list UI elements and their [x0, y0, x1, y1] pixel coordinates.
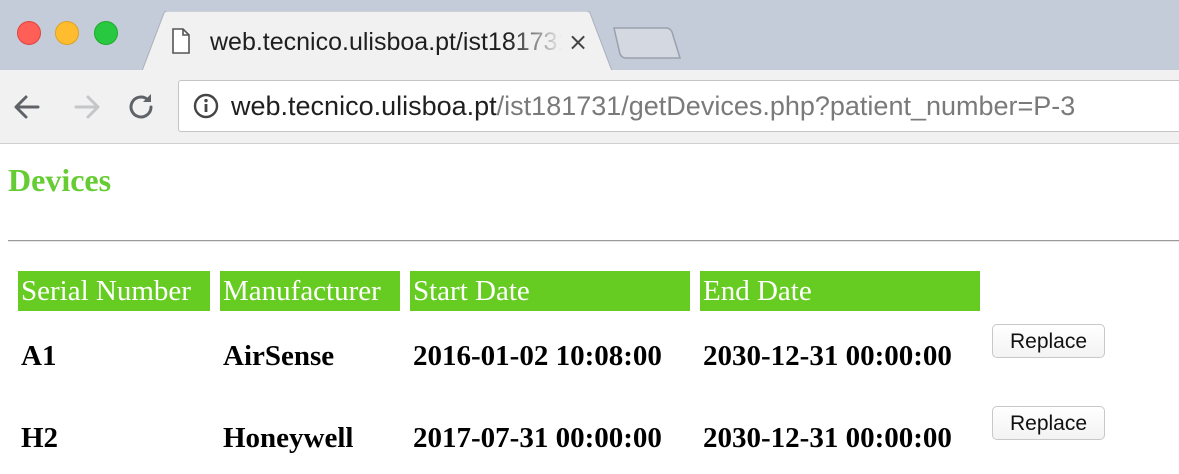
replace-button[interactable]: Replace — [992, 406, 1105, 440]
url-text: web.tecnico.ulisboa.pt/ist181731/getDevi… — [231, 89, 1075, 123]
document-icon — [172, 28, 190, 54]
cell-start-date: 2017-07-31 00:00:00 — [413, 422, 662, 454]
cell-manufacturer: AirSense — [223, 340, 335, 372]
back-arrow-icon[interactable] — [10, 90, 44, 124]
url-path: /ist181731/getDevices.php?patient_number… — [496, 91, 1076, 121]
window-close-button[interactable] — [17, 21, 41, 45]
replace-button[interactable]: Replace — [992, 324, 1105, 358]
header-serial-number: Serial Number — [18, 271, 210, 311]
forward-arrow-icon[interactable] — [70, 90, 104, 124]
cell-start-date: 2016-01-02 10:08:00 — [413, 340, 662, 372]
header-manufacturer: Manufacturer — [220, 271, 400, 311]
browser-toolbar: web.tecnico.ulisboa.pt/ist181731/getDevi… — [0, 70, 1179, 144]
tab-title: web.tecnico.ulisboa.pt/ist181731/getDevi… — [210, 28, 562, 56]
address-bar[interactable]: web.tecnico.ulisboa.pt/ist181731/getDevi… — [178, 80, 1179, 132]
browser-tab-active[interactable]: web.tecnico.ulisboa.pt/ist181731/getDevi… — [142, 11, 612, 71]
close-icon[interactable]: × — [566, 26, 590, 58]
info-icon[interactable] — [193, 93, 219, 119]
window-zoom-button[interactable] — [94, 21, 118, 45]
horizontal-rule — [8, 240, 1179, 242]
cell-serial: H2 — [21, 422, 59, 454]
new-tab-button[interactable] — [612, 26, 682, 60]
page-title: Devices — [8, 162, 112, 198]
reload-icon[interactable] — [124, 90, 158, 124]
cell-end-date: 2030-12-31 00:00:00 — [703, 340, 952, 372]
cell-manufacturer: Honeywell — [223, 422, 354, 454]
tab-strip: web.tecnico.ulisboa.pt/ist181731/getDevi… — [0, 0, 1179, 71]
window-minimize-button[interactable] — [55, 21, 79, 45]
cell-end-date: 2030-12-31 00:00:00 — [703, 422, 952, 454]
header-end-date: End Date — [700, 271, 980, 311]
cell-serial: A1 — [21, 340, 57, 372]
header-start-date: Start Date — [410, 271, 690, 311]
url-host: web.tecnico.ulisboa.pt — [231, 91, 497, 121]
